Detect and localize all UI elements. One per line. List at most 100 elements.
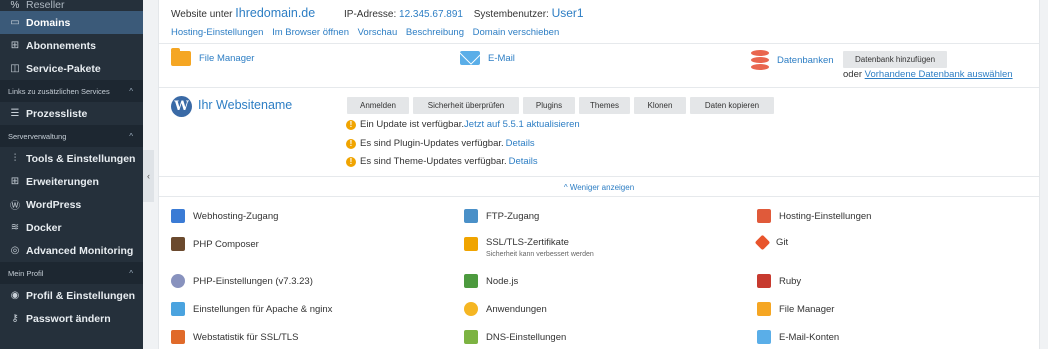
tool-web-statistics[interactable]: Webstatistik für SSL/TLS xyxy=(171,330,298,344)
file-manager-link[interactable]: File Manager xyxy=(171,48,254,66)
link-move-domain[interactable]: Domain verschieben xyxy=(473,27,560,38)
sidebar-item-docker[interactable]: ≋ Docker xyxy=(0,216,143,239)
sidebar-item-reseller[interactable]: % Reseller xyxy=(0,0,143,11)
tool-dns-settings[interactable]: DNS-Einstellungen xyxy=(464,330,566,344)
grid-icon: ⊞ xyxy=(10,40,20,51)
tool-git[interactable]: Git xyxy=(754,234,789,251)
link-hosting-settings[interactable]: Hosting-Einstellungen xyxy=(171,27,263,38)
tool-label: Git xyxy=(776,237,789,248)
databases-label: Datenbanken xyxy=(777,54,834,66)
tool-nodejs[interactable]: Node.js xyxy=(464,274,518,288)
tool-php-settings[interactable]: PHP-Einstellungen (v7.3.23) xyxy=(171,274,313,288)
wp-copy-data-button[interactable]: Daten kopieren xyxy=(690,97,774,114)
sidebar-item-profil[interactable]: ◉ Profil & Einstellungen xyxy=(0,284,143,307)
add-database-button[interactable]: Datenbank hinzufügen xyxy=(843,51,948,68)
wp-security-button[interactable]: Sicherheit überprüfen xyxy=(413,97,519,114)
monitoring-icon: ◎ xyxy=(10,245,20,256)
sidebar-section-mein-profil[interactable]: Mein Profil ^ xyxy=(0,262,143,284)
ruby-icon xyxy=(757,274,771,288)
tool-label: SSL/TLS-Zertifikate xyxy=(486,237,569,248)
sidebar-item-label: Abonnements xyxy=(26,39,97,52)
tool-ssl-certificates[interactable]: SSL/TLS-Zertifikate Sicherheit kann verb… xyxy=(464,237,594,258)
domain-link[interactable]: Ihredomain.de xyxy=(235,6,315,20)
sidebar-collapse-handle[interactable]: ‹ xyxy=(143,150,154,202)
hosting-settings-icon xyxy=(757,209,771,223)
tool-ruby[interactable]: Ruby xyxy=(757,274,801,288)
tool-label: Webstatistik für SSL/TLS xyxy=(193,331,299,343)
tool-file-manager[interactable]: File Manager xyxy=(757,302,834,316)
section-label: Serververwaltung xyxy=(8,131,67,141)
email-link[interactable]: E-Mail xyxy=(460,51,515,65)
wp-login-button[interactable]: Anmelden xyxy=(347,97,409,114)
sidebar-item-label: Advanced Monitoring xyxy=(26,244,134,257)
tool-php-composer[interactable]: PHP Composer xyxy=(171,237,259,251)
sidebar-item-tools[interactable]: ⫶ Tools & Einstellungen xyxy=(0,147,143,170)
mail-icon xyxy=(460,51,480,65)
website-label: Website unter xyxy=(171,9,233,20)
folder-icon xyxy=(171,48,191,66)
composer-icon xyxy=(171,237,185,251)
tool-label: Anwendungen xyxy=(486,303,547,315)
warning-icon: ! xyxy=(346,119,356,130)
databases-link[interactable]: Datenbanken xyxy=(751,50,834,70)
show-less-toggle[interactable]: ^ Weniger anzeigen xyxy=(159,183,1039,192)
ip-value: 12.345.67.891 xyxy=(399,9,463,20)
sidebar-item-wordpress[interactable]: Ⓦ WordPress xyxy=(0,193,143,216)
warning-icon: ! xyxy=(346,138,356,149)
sidebar-section-links[interactable]: Links zu zusätzlichen Services ^ xyxy=(0,80,143,102)
tool-label: Einstellungen für Apache & nginx xyxy=(193,303,333,315)
profile-icon: ◉ xyxy=(10,290,20,301)
wp-plugins-button[interactable]: Plugins xyxy=(523,97,575,114)
wp-themes-button[interactable]: Themes xyxy=(579,97,630,114)
ftp-icon xyxy=(464,209,478,223)
sidebar-section-serververwaltung[interactable]: Serververwaltung ^ xyxy=(0,125,143,147)
sidebar-item-label: Service-Pakete xyxy=(26,62,101,75)
wp-clone-button[interactable]: Klonen xyxy=(634,97,686,114)
or-text: oder xyxy=(843,69,863,80)
chevron-up-icon: ^ xyxy=(129,131,133,141)
chevron-up-icon: ^ xyxy=(129,86,133,96)
link-preview[interactable]: Vorschau xyxy=(358,27,398,38)
divider xyxy=(159,43,1039,44)
list-icon: ☰ xyxy=(10,108,20,119)
divider xyxy=(159,176,1039,177)
system-user[interactable]: User1 xyxy=(552,6,584,20)
tool-label: Ruby xyxy=(779,275,802,287)
sidebar-item-label: Passwort ändern xyxy=(26,312,111,325)
tool-label: DNS-Einstellungen xyxy=(486,331,567,343)
wp-site-name[interactable]: Ihr Websitename xyxy=(198,98,292,112)
tool-apache-nginx[interactable]: Einstellungen für Apache & nginx xyxy=(171,302,332,316)
sidebar-item-erweiterungen[interactable]: ⊞ Erweiterungen xyxy=(0,170,143,193)
webhosting-icon xyxy=(171,209,185,223)
sidebar-item-abonnements[interactable]: ⊞ Abonnements xyxy=(0,34,143,57)
select-db-row: oder Vorhandene Datenbank auswählen xyxy=(843,69,1013,80)
sidebar-item-service-pakete[interactable]: ◫ Service-Pakete xyxy=(0,57,143,80)
theme-details-link[interactable]: Details xyxy=(509,156,538,167)
select-database-link[interactable]: Vorhandene Datenbank auswählen xyxy=(865,69,1013,80)
wp-update-notice: ! Ein Update ist verfügbar. Jetzt auf 5.… xyxy=(346,119,580,130)
ip-label: IP-Adresse: xyxy=(344,9,397,20)
link-description[interactable]: Beschreibung xyxy=(406,27,464,38)
statistics-icon xyxy=(171,330,185,344)
tool-hosting-settings[interactable]: Hosting-Einstellungen xyxy=(757,209,871,223)
tool-webhosting-access[interactable]: Webhosting-Zugang xyxy=(171,209,278,223)
sidebar-item-label: Reseller xyxy=(26,0,65,11)
link-open-browser[interactable]: Im Browser öffnen xyxy=(272,27,349,38)
sidebar-item-prozessliste[interactable]: ☰ Prozessliste xyxy=(0,102,143,125)
percent-icon: % xyxy=(10,0,20,11)
tool-applications[interactable]: Anwendungen xyxy=(464,302,547,316)
tool-ftp-access[interactable]: FTP-Zugang xyxy=(464,209,539,223)
show-less-label: Weniger anzeigen xyxy=(569,183,635,192)
sidebar-item-label: Profil & Einstellungen xyxy=(26,289,136,302)
plugin-details-link[interactable]: Details xyxy=(506,138,535,149)
site-info: Website unter Ihredomain.de IP-Adresse: … xyxy=(171,6,584,20)
book-icon: ◫ xyxy=(10,63,20,74)
update-link[interactable]: Jetzt auf 5.5.1 aktualisieren xyxy=(464,119,580,130)
sliders-icon: ⫶ xyxy=(13,153,17,164)
sidebar-item-passwort[interactable]: ⚷ Passwort ändern xyxy=(0,307,143,330)
email-label: E-Mail xyxy=(488,52,515,64)
tool-email-accounts[interactable]: E-Mail-Konten xyxy=(757,330,839,344)
sidebar-item-label: Domains xyxy=(26,16,71,29)
sidebar-item-domains[interactable]: ▭ Domains xyxy=(0,11,143,34)
sidebar-item-advanced-monitoring[interactable]: ◎ Advanced Monitoring xyxy=(0,239,143,262)
